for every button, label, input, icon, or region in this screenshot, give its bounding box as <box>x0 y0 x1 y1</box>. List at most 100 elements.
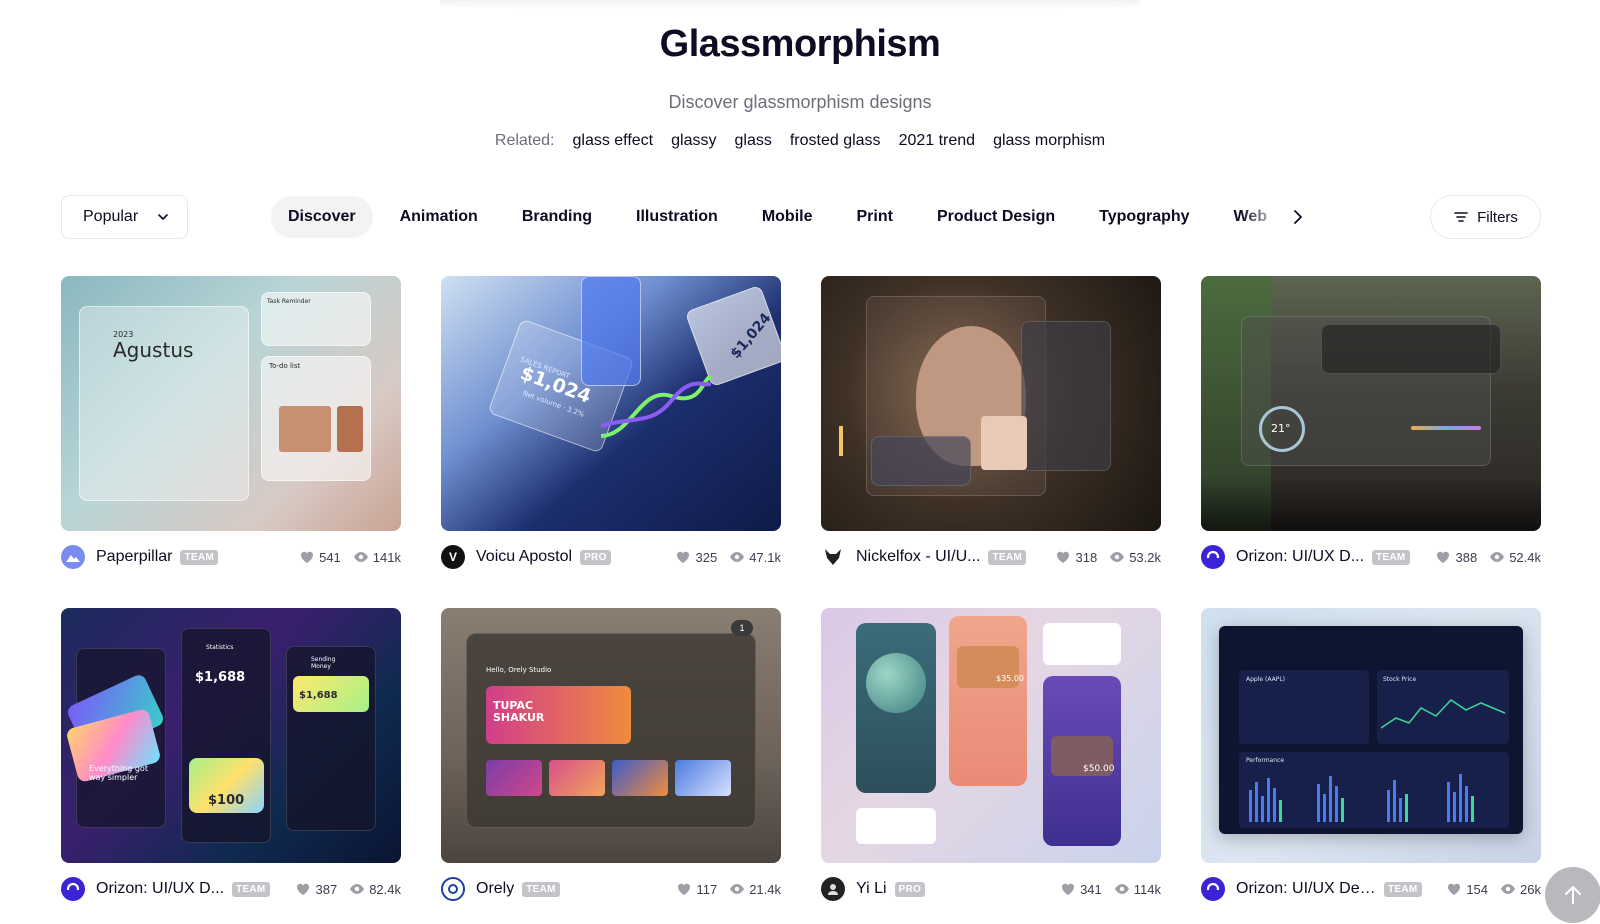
heart-icon[interactable] <box>299 549 315 565</box>
avatar[interactable]: V <box>441 545 465 569</box>
shot-card: Nickelfox - UI/U... TEAM 318 53.2k <box>821 276 1161 569</box>
related-tag[interactable]: glassy <box>671 130 716 152</box>
art-floor <box>1201 476 1541 531</box>
shot-thumbnail[interactable]: 2023 Agustus Task Reminder To-do list <box>61 276 401 531</box>
shot-stats: 541 141k <box>299 549 401 565</box>
shot-thumbnail[interactable]: Apple (AAPL) Stock Price Performance <box>1201 608 1541 863</box>
team-badge: TEAM <box>522 881 560 897</box>
art-sending: Sending Money <box>311 656 336 670</box>
eye-icon <box>353 552 368 562</box>
art-count-badge: 1 <box>731 620 753 636</box>
shot-card: Everything got way simpler Statistics $1… <box>61 608 401 901</box>
shot-author[interactable]: Yi Li <box>856 880 887 898</box>
shot-meta: V Voicu Apostol PRO 325 47.1k <box>441 544 781 570</box>
chevron-right-icon[interactable] <box>1289 208 1307 226</box>
scroll-to-top-button[interactable] <box>1545 867 1600 923</box>
tab-discover[interactable]: Discover <box>271 196 373 238</box>
shot-thumbnail[interactable] <box>821 276 1161 531</box>
tab-branding[interactable]: Branding <box>505 196 609 238</box>
tab-illustration[interactable]: Illustration <box>619 196 735 238</box>
sort-dropdown[interactable]: Popular <box>61 195 188 239</box>
shot-thumbnail[interactable]: $35.00 $50.00 <box>821 608 1161 863</box>
art-caption: Everything got way simpler <box>89 764 148 782</box>
related-tag[interactable]: 2021 trend <box>899 130 976 152</box>
art-chat <box>871 436 971 486</box>
avatar[interactable] <box>1201 877 1225 901</box>
shot-stats: 388 52.4k <box>1435 549 1541 565</box>
shot-author[interactable]: Orizon: UI/UX D... <box>96 880 224 898</box>
art-reminder-title: Task Reminder <box>267 298 311 305</box>
shot-author[interactable]: Orizon: UI/UX Des... <box>1236 880 1376 898</box>
art-perf-title: Performance <box>1246 757 1285 764</box>
art-candle <box>839 426 843 456</box>
likes-count: 318 <box>1075 549 1098 565</box>
shot-thumbnail[interactable]: Everything got way simpler Statistics $1… <box>61 608 401 863</box>
eye-icon <box>350 884 365 894</box>
shot-thumbnail[interactable]: Hello, Orely Studio TUPAC SHAKUR 1 <box>441 608 781 863</box>
avatar[interactable] <box>61 877 85 901</box>
art-phone <box>286 646 376 831</box>
tab-mobile[interactable]: Mobile <box>745 196 830 238</box>
views-count: 82.4k <box>369 881 401 897</box>
art-price: $50.00 <box>1083 764 1115 774</box>
shot-author[interactable]: Voicu Apostol <box>476 548 572 566</box>
header-shadow <box>440 0 1140 10</box>
avatar[interactable] <box>61 545 85 569</box>
avatar[interactable] <box>821 545 845 569</box>
art-budget-amount: $1,688 <box>299 690 338 701</box>
heart-icon[interactable] <box>1055 549 1071 565</box>
page-subtitle: Discover glassmorphism designs <box>668 92 932 112</box>
sort-dropdown-value: Popular <box>83 208 139 225</box>
shot-author[interactable]: Paperpillar <box>96 548 172 566</box>
views-count: 141k <box>372 549 401 565</box>
orely-logo-icon <box>448 884 458 894</box>
views-count: 21.4k <box>749 881 781 897</box>
heart-icon[interactable] <box>1446 881 1462 897</box>
art-concert-card <box>486 760 542 796</box>
shot-author[interactable]: Orely <box>476 880 514 898</box>
tab-animation[interactable]: Animation <box>383 196 495 238</box>
likes-count: 387 <box>315 881 338 897</box>
pro-badge: PRO <box>894 881 926 897</box>
shot-thumbnail[interactable]: 21° <box>1201 276 1541 531</box>
category-tabs: Discover Animation Branding Illustration… <box>271 195 1271 239</box>
shot-author[interactable]: Orizon: UI/UX D... <box>1236 548 1364 566</box>
avatar[interactable] <box>441 877 465 901</box>
related-tag[interactable]: frosted glass <box>790 130 881 152</box>
shot-thumbnail[interactable]: SALES REPORT $1,024 Net volume · 3.2% $1… <box>441 276 781 531</box>
tab-typography[interactable]: Typography <box>1082 196 1206 238</box>
tab-print[interactable]: Print <box>839 196 909 238</box>
shot-meta: Orizon: UI/UX D... TEAM 388 52.4k <box>1201 544 1541 570</box>
art-card <box>581 276 641 386</box>
art-calendar-panel <box>79 306 249 501</box>
filters-button[interactable]: Filters <box>1430 195 1541 239</box>
heart-icon[interactable] <box>1435 549 1451 565</box>
related-tags: Related: glass effect glassy glass frost… <box>0 130 1600 152</box>
mountain-icon <box>66 555 80 562</box>
art-stock-title: Stock Price <box>1383 676 1417 683</box>
likes-count: 541 <box>319 549 341 565</box>
related-tag[interactable]: glass <box>734 130 771 152</box>
heart-icon[interactable] <box>676 881 692 897</box>
art-payment-amount: $100 <box>208 793 245 808</box>
avatar[interactable] <box>821 877 845 901</box>
tab-product-design[interactable]: Product Design <box>920 196 1072 238</box>
team-badge: TEAM <box>232 881 270 897</box>
eye-icon <box>1501 884 1516 894</box>
likes-count: 325 <box>695 549 718 565</box>
art-ticker: Apple (AAPL) <box>1246 676 1286 683</box>
orizon-logo-icon <box>1206 882 1220 896</box>
art-month: Agustus <box>113 338 194 362</box>
orizon-logo-icon <box>1206 550 1220 564</box>
art-temp: 21° <box>1271 422 1291 435</box>
views-count: 114k <box>1133 881 1161 897</box>
heart-icon[interactable] <box>675 549 691 565</box>
likes-count: 154 <box>1466 881 1489 897</box>
heart-icon[interactable] <box>295 881 311 897</box>
related-tag[interactable]: glass effect <box>572 130 653 152</box>
avatar[interactable] <box>1201 545 1225 569</box>
related-tag[interactable]: glass morphism <box>993 130 1105 152</box>
shot-author[interactable]: Nickelfox - UI/U... <box>856 548 980 566</box>
team-badge: TEAM <box>180 549 219 565</box>
heart-icon[interactable] <box>1060 881 1076 897</box>
